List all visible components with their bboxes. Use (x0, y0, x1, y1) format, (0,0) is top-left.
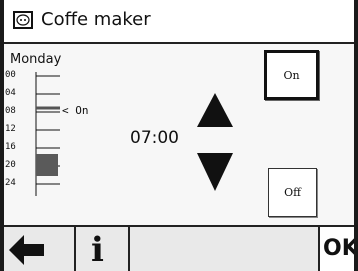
coffee-app-icon (13, 11, 33, 29)
hour-tick-label: 12 (5, 124, 16, 134)
info-button[interactable]: i (76, 227, 130, 271)
hour-tick-label: 20 (5, 160, 16, 170)
ok-button-label: OK (323, 236, 354, 261)
hour-tick-label: 04 (5, 88, 16, 98)
info-icon: i (91, 230, 104, 270)
on-button[interactable]: On (264, 50, 319, 100)
schedule-timeline[interactable]: 00 04 08 12 16 20 24 (4, 68, 114, 208)
hour-tick-label: 08 (5, 106, 16, 116)
current-time-display: 07:00 (130, 128, 179, 148)
on-marker-label: < On (62, 104, 89, 117)
off-button[interactable]: Off (268, 168, 317, 217)
scheduled-active-block (36, 154, 58, 176)
hour-tick-label: 24 (5, 178, 16, 188)
arrow-left-icon (9, 235, 44, 265)
triangle-down-icon[interactable] (197, 153, 233, 191)
schedule-day-label: Monday (10, 52, 62, 67)
on-button-label: On (283, 68, 300, 82)
bottom-toolbar: i OK (4, 225, 354, 271)
hour-tick-label: 16 (5, 142, 16, 152)
triangle-up-icon[interactable] (197, 93, 233, 127)
off-button-label: Off (284, 186, 301, 199)
app-title: Coffe maker (41, 9, 151, 30)
title-bar: Coffe maker (4, 0, 354, 44)
device-screen: Coffe maker Monday 00 04 08 12 16 20 24 … (4, 0, 354, 271)
hour-tick-label: 00 (5, 70, 16, 80)
ok-button[interactable]: OK (318, 227, 354, 271)
back-button[interactable] (4, 227, 76, 271)
